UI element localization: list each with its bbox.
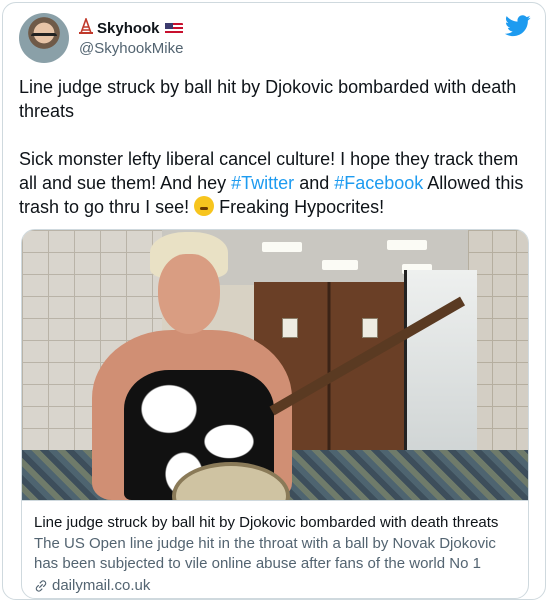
tweet-text-paragraph-2: Sick monster lefty liberal cancel cultur… [19,147,529,219]
link-title[interactable]: Line judge struck by ball hit by Djokovi… [34,513,516,532]
link-description: The US Open line judge hit in the throat… [34,535,496,572]
link-info[interactable]: Line judge struck by ball hit by Djokovi… [22,500,528,598]
author-name[interactable]: Skyhook [97,20,160,37]
door-sign [282,318,298,338]
us-flag-icon [164,22,183,35]
tweet-text-part-c: Freaking Hypocrites! [214,197,385,217]
angry-face-emoji [194,196,215,216]
ceiling-light [262,242,302,252]
hashtag-twitter-link[interactable]: #Twitter [231,173,294,193]
twitter-bird-icon[interactable] [505,15,531,37]
tweet-text-paragraph-1: Line judge struck by ball hit by Djokovi… [19,77,517,121]
article-photo[interactable] [22,230,528,500]
door-sign [362,318,378,338]
oil-derrick-icon [79,16,93,39]
tweet-text: Line judge struck by ball hit by Djokovi… [19,75,529,243]
author-handle[interactable]: @SkyhookMike [79,40,183,57]
avatar-glasses [31,33,57,42]
person-face [158,254,220,334]
tweet-card: Skyhook @SkyhookMike Line judge struck b… [2,2,546,600]
link-preview-card[interactable]: Line judge struck by ball hit by Djokovi… [21,229,529,599]
hashtag-facebook-link[interactable]: #Facebook [334,173,423,193]
glass-panel [404,270,477,460]
avatar[interactable] [19,13,69,63]
link-icon [35,579,47,592]
ceiling-light [322,260,358,270]
author-name-row[interactable]: Skyhook [79,16,183,39]
link-domain-row[interactable]: dailymail.co.uk [34,577,516,594]
ceiling-light [387,240,427,250]
tweet-text-and: and [294,173,335,193]
link-domain[interactable]: dailymail.co.uk [52,577,150,594]
